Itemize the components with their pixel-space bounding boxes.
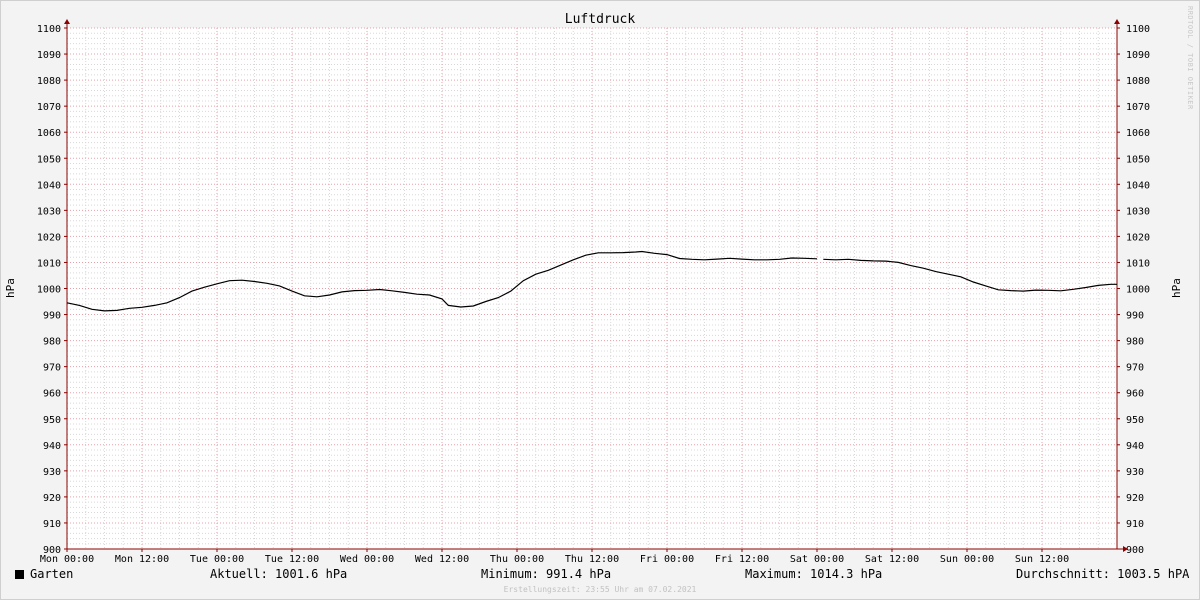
y-tick-label-left: 930 [43,467,61,478]
y-tick-label-right: 1040 [1126,180,1150,191]
x-tick-label: Wed 12:00 [415,554,469,565]
y-tick-label-left: 1100 [37,24,61,35]
x-tick-label: Fri 12:00 [715,554,769,565]
y-tick-label-right: 940 [1126,441,1144,452]
x-tick-label: Wed 00:00 [340,554,394,565]
y-tick-label-right: 1070 [1126,102,1150,113]
y-tick-label-right: 1080 [1126,76,1150,87]
y-tick-label-right: 1010 [1126,258,1150,269]
chart-title: Luftdruck [565,12,636,27]
y-tick-label-left: 940 [43,441,61,452]
y-tick-label-left: 1070 [37,102,61,113]
y-tick-label-left: 980 [43,337,61,348]
legend-swatch-garten [15,570,24,579]
y-axis-label-right: hPa [1170,278,1183,298]
y-tick-label-left: 1010 [37,258,61,269]
legend-minimum: Minimum: 991.4 hPa [481,567,612,581]
rrdtool-watermark: RRDTOOL / TOBI OETIKER [1186,6,1194,110]
x-tick-label: Thu 12:00 [565,554,619,565]
x-tick-label: Sat 12:00 [865,554,919,565]
y-tick-label-right: 960 [1126,389,1144,400]
y-tick-label-right: 1100 [1126,24,1150,35]
chart-svg: Luftdruck hPa hPa 900 900910 910920 920930 9… [4,12,1183,565]
x-tick-label: Sun 12:00 [1015,554,1069,565]
y-tick-label-left: 1050 [37,154,61,165]
y-tick-label-right: 930 [1126,467,1144,478]
y-tick-label-right: 1030 [1126,206,1150,217]
y-tick-label-right: 970 [1126,363,1144,374]
y-tick-label-right: 980 [1126,337,1144,348]
y-tick-label-left: 910 [43,519,61,530]
y-tick-label-right: 920 [1126,493,1144,504]
x-tick-label: Tue 00:00 [190,554,244,565]
y-tick-label-left: 920 [43,493,61,504]
legend-average: Durchschnitt: 1003.5 hPA [1016,567,1190,581]
legend-series-name: Garten [30,567,74,581]
x-tick-label: Tue 12:00 [265,554,319,565]
y-tick-label-right: 950 [1126,415,1144,426]
y-tick-label-left: 1090 [37,50,61,61]
x-tick-label: Thu 00:00 [490,554,544,565]
legend-maximum: Maximum: 1014.3 hPa [745,567,883,581]
y-tick-label-left: 1060 [37,128,61,139]
y-tick-label-left: 950 [43,415,61,426]
y-tick-label-right: 910 [1126,519,1144,530]
x-tick-label: Fri 00:00 [640,554,694,565]
y-tick-label-right: 900 [1126,545,1144,556]
y-tick-label-left: 1000 [37,285,61,296]
y-axis-arrow-right [1114,19,1120,24]
y-tick-label-right: 1090 [1126,50,1150,61]
x-tick-label: Sat 00:00 [790,554,844,565]
y-tick-label-right: 1000 [1126,285,1150,296]
y-tick-label-left: 990 [43,311,61,322]
y-tick-label-right: 1050 [1126,154,1150,165]
y-axis-label-left: hPa [4,278,17,298]
y-tick-label-right: 1060 [1126,128,1150,139]
legend-current: Aktuell: 1001.6 hPa [210,567,348,581]
x-tick-label: Mon 12:00 [115,554,169,565]
y-axis-arrow-left [64,19,70,24]
y-tick-label-left: 1080 [37,76,61,87]
y-tick-label-left: 1030 [37,206,61,217]
creation-time-footer: Erstellungszeit: 23:55 Uhr am 07.02.2021 [503,585,697,594]
x-tick-label: Mon 00:00 [40,554,94,565]
y-tick-label-left: 960 [43,389,61,400]
y-tick-label-left: 970 [43,363,61,374]
y-tick-label-left: 1020 [37,232,61,243]
y-tick-label-right: 990 [1126,311,1144,322]
y-tick-label-right: 1020 [1126,232,1150,243]
x-tick-label: Sun 00:00 [940,554,994,565]
y-tick-label-left: 1040 [37,180,61,191]
